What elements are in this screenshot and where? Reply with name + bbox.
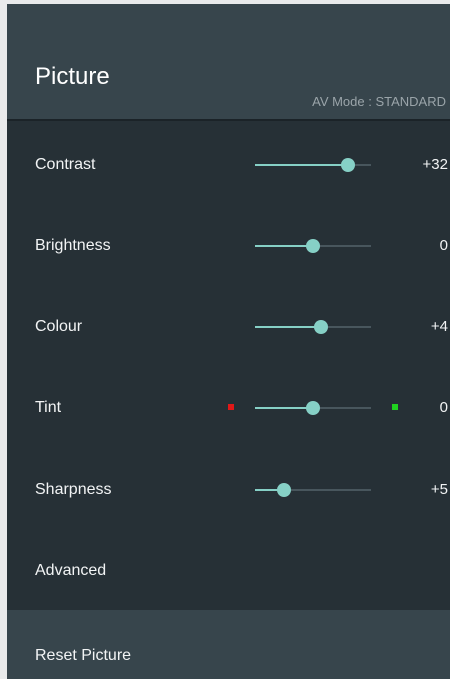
slider-thumb[interactable] [277,483,291,497]
slider-thumb[interactable] [306,239,320,253]
setting-label: Contrast [35,156,96,173]
page-title: Picture [35,63,110,90]
setting-label: Brightness [35,237,111,254]
slider-thumb[interactable] [314,320,329,334]
setting-value: 0 [439,237,448,254]
setting-value: 0 [439,399,448,416]
header: Picture AV Mode : STANDARD [7,4,450,121]
setting-row-brightness[interactable]: Brightness 0 [7,226,450,266]
reset-picture-button[interactable]: Reset Picture [7,610,450,679]
picture-settings-panel: Picture AV Mode : STANDARD Contrast +32 … [7,4,450,679]
setting-label: Sharpness [35,481,112,498]
contrast-slider[interactable] [255,158,371,172]
slider-fill [255,164,348,166]
slider-thumb[interactable] [306,401,320,415]
av-mode-label: AV Mode : STANDARD [312,94,446,109]
setting-row-tint[interactable]: Tint 0 [7,388,450,428]
reset-picture-label: Reset Picture [35,647,132,664]
setting-label: Tint [35,399,62,416]
colour-slider[interactable] [255,320,371,334]
sharpness-slider[interactable] [255,483,371,497]
advanced-label: Advanced [35,562,107,579]
advanced-menu-item[interactable]: Advanced [7,551,450,591]
setting-value: +4 [430,318,448,335]
setting-label: Colour [35,318,83,335]
slider-thumb[interactable] [340,158,355,172]
setting-row-colour[interactable]: Colour +4 [7,307,450,347]
brightness-slider[interactable] [255,239,371,253]
setting-row-sharpness[interactable]: Sharpness +5 [7,470,450,510]
slider-fill [255,245,313,247]
setting-value: +32 [422,156,448,173]
tint-slider[interactable] [255,401,371,415]
slider-fill [255,326,322,328]
setting-row-contrast[interactable]: Contrast +32 [7,145,450,185]
slider-fill [255,407,313,409]
tint-green-marker-icon [392,404,398,410]
tint-red-marker-icon [228,404,234,410]
setting-value: +5 [430,481,448,498]
